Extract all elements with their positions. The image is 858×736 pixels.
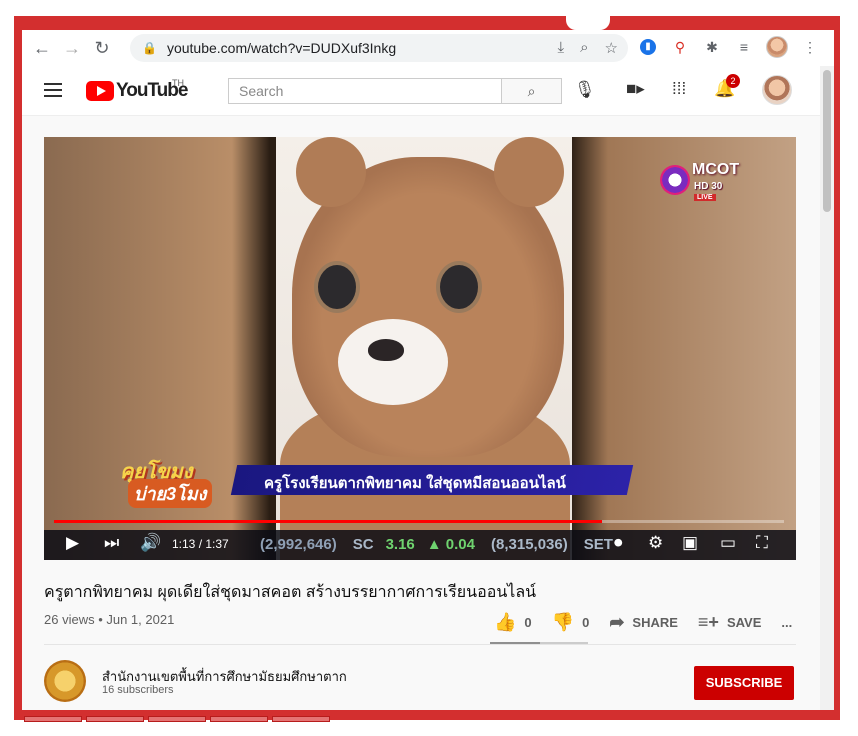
next-icon[interactable]: ⏭ — [104, 533, 119, 553]
watermark-main: MCOT — [692, 161, 740, 178]
video-title: ครูตากพิทยาคม ผุดเดียใส่ชุดมาสคอต สร้างบ… — [44, 584, 537, 601]
apps-grid-icon[interactable]: ⁞⁞⁞ — [672, 79, 686, 99]
search-button[interactable]: ⌕ — [502, 78, 562, 104]
bookmark-extension-icon[interactable]: ▮ — [638, 37, 658, 57]
section-divider — [44, 644, 796, 645]
menu-kebab-icon[interactable]: ⋮ — [800, 37, 820, 57]
save-label: SAVE — [726, 615, 762, 630]
pin-extension-icon[interactable]: ⚲ — [670, 37, 690, 57]
bear-left-eye — [314, 261, 360, 313]
settings-gear-icon[interactable]: ⚙ — [648, 533, 663, 553]
taskbar-item[interactable] — [210, 716, 268, 722]
autoplay-toggle-icon[interactable]: ⏺ — [614, 533, 623, 553]
playlist-add-icon: ≡+ — [697, 612, 719, 632]
page-scrollbar[interactable] — [820, 66, 834, 710]
browser-toolbar: ← → ↻ 🔒 youtube.com/watch?v=DUDXuf3Inkg … — [22, 30, 834, 66]
extensions-area: ▮ ⚲ ✱ ≡ ⋮ — [638, 36, 820, 58]
profile-avatar[interactable] — [766, 36, 788, 58]
search-icon: ⌕ — [527, 82, 536, 99]
thumbs-up-icon: 👍 — [494, 612, 517, 632]
user-avatar[interactable] — [762, 75, 792, 105]
tab-notch — [566, 16, 610, 30]
reload-button[interactable]: ↻ — [88, 34, 116, 62]
youtube-play-icon — [86, 81, 114, 101]
browser-window: ← → ↻ 🔒 youtube.com/watch?v=DUDXuf3Inkg … — [22, 30, 834, 710]
fullscreen-icon[interactable]: ⛶ — [756, 533, 768, 553]
theater-mode-icon[interactable]: ▭ — [720, 533, 736, 553]
watermark-sub: HD 30 — [694, 181, 723, 192]
share-label: SHARE — [632, 615, 678, 630]
url-text: youtube.com/watch?v=DUDXuf3Inkg — [166, 40, 397, 56]
notification-badge: 2 — [726, 74, 740, 88]
search-input[interactable]: Search — [228, 78, 502, 104]
dislike-button[interactable]: 👎 0 — [552, 612, 590, 633]
hamburger-menu-icon[interactable] — [44, 83, 62, 97]
reload-icon: ↻ — [94, 37, 110, 58]
miniplayer-icon[interactable]: ▣ — [682, 533, 698, 553]
create-video-icon[interactable]: ■▸ — [626, 79, 645, 99]
like-button[interactable]: 👍 0 — [494, 612, 532, 633]
arrow-right-icon: → — [63, 37, 81, 58]
video-actions: 👍 0 👎 0 ➦ SHARE ≡+ SAVE ... — [494, 612, 812, 633]
like-count: 0 — [524, 615, 532, 630]
dislike-count: 0 — [582, 615, 590, 630]
subscribe-button[interactable]: SUBSCRIBE — [694, 666, 794, 700]
youtube-header: YouTube TH Search ⌕ 🎙 ■▸ ⁞⁞⁞ 🔔 2 — [22, 66, 820, 116]
volume-icon[interactable]: 🔊 — [140, 533, 161, 553]
show-logo: คุยโขมง บ่าย3โมง — [104, 455, 234, 513]
install-icon[interactable]: ⤓ — [558, 39, 565, 57]
video-player[interactable]: MCOT HD 30 LIVE คุยโขมง บ่าย3โมง ครูโรงเ… — [44, 137, 796, 560]
player-controls: ▶ ⏭ 🔊 1:13 / 1:37 ⏺ ⚙ ▣ ▭ ⛶ — [44, 529, 796, 559]
more-actions-button[interactable]: ... — [781, 615, 792, 630]
taskbar-item[interactable] — [86, 716, 144, 722]
channel-avatar[interactable] — [44, 660, 86, 702]
play-icon[interactable]: ▶ — [66, 533, 79, 553]
thumbs-down-icon: 👎 — [551, 612, 575, 632]
media-control-icon[interactable]: ≡ — [734, 37, 754, 57]
back-button[interactable]: ← — [28, 34, 56, 62]
address-bar[interactable]: 🔒 youtube.com/watch?v=DUDXuf3Inkg ⤓ ⌕ ☆ — [130, 34, 628, 62]
youtube-logo[interactable]: YouTube TH — [86, 78, 188, 102]
microphone-icon[interactable]: 🎙 — [574, 80, 596, 100]
more-horizontal-icon: ... — [781, 615, 793, 630]
bear-right-eye — [436, 261, 482, 313]
save-button[interactable]: ≡+ SAVE — [698, 612, 761, 633]
lower-third-text: ครูโรงเรียนตากพิทยาคม ใส่ชุดหมีสอนออนไลน… — [264, 475, 566, 492]
taskbar-item[interactable] — [148, 716, 206, 722]
video-progress-bar[interactable] — [54, 520, 784, 523]
live-tag: LIVE — [694, 194, 716, 201]
bear-left-ear — [296, 137, 366, 207]
region-code: TH — [172, 78, 184, 88]
star-icon[interactable]: ☆ — [605, 39, 618, 57]
lock-icon: 🔒 — [142, 41, 157, 55]
arrow-left-icon: ← — [33, 37, 51, 58]
taskbar-tabs — [24, 716, 330, 722]
bear-muzzle — [338, 319, 448, 405]
forward-button[interactable]: → — [58, 34, 86, 62]
time-display: 1:13 / 1:37 — [172, 537, 229, 551]
taskbar-item[interactable] — [24, 716, 82, 722]
video-progress-fill — [54, 520, 602, 523]
share-arrow-icon: ➦ — [609, 612, 625, 632]
show-title-line2: บ่าย3โมง — [128, 479, 213, 508]
bear-right-ear — [494, 137, 564, 207]
mcot-logo-icon — [660, 165, 690, 195]
taskbar-item[interactable] — [272, 716, 330, 722]
scrollbar-thumb[interactable] — [823, 70, 831, 212]
video-views-date: 26 views • Jun 1, 2021 — [44, 612, 175, 627]
share-button[interactable]: ➦ SHARE — [609, 612, 678, 633]
channel-subscriber-count: 16 subscribers — [102, 684, 174, 696]
bear-nose — [368, 339, 404, 361]
puzzle-icon[interactable]: ✱ — [702, 37, 722, 57]
zoom-icon[interactable]: ⌕ — [580, 39, 588, 57]
